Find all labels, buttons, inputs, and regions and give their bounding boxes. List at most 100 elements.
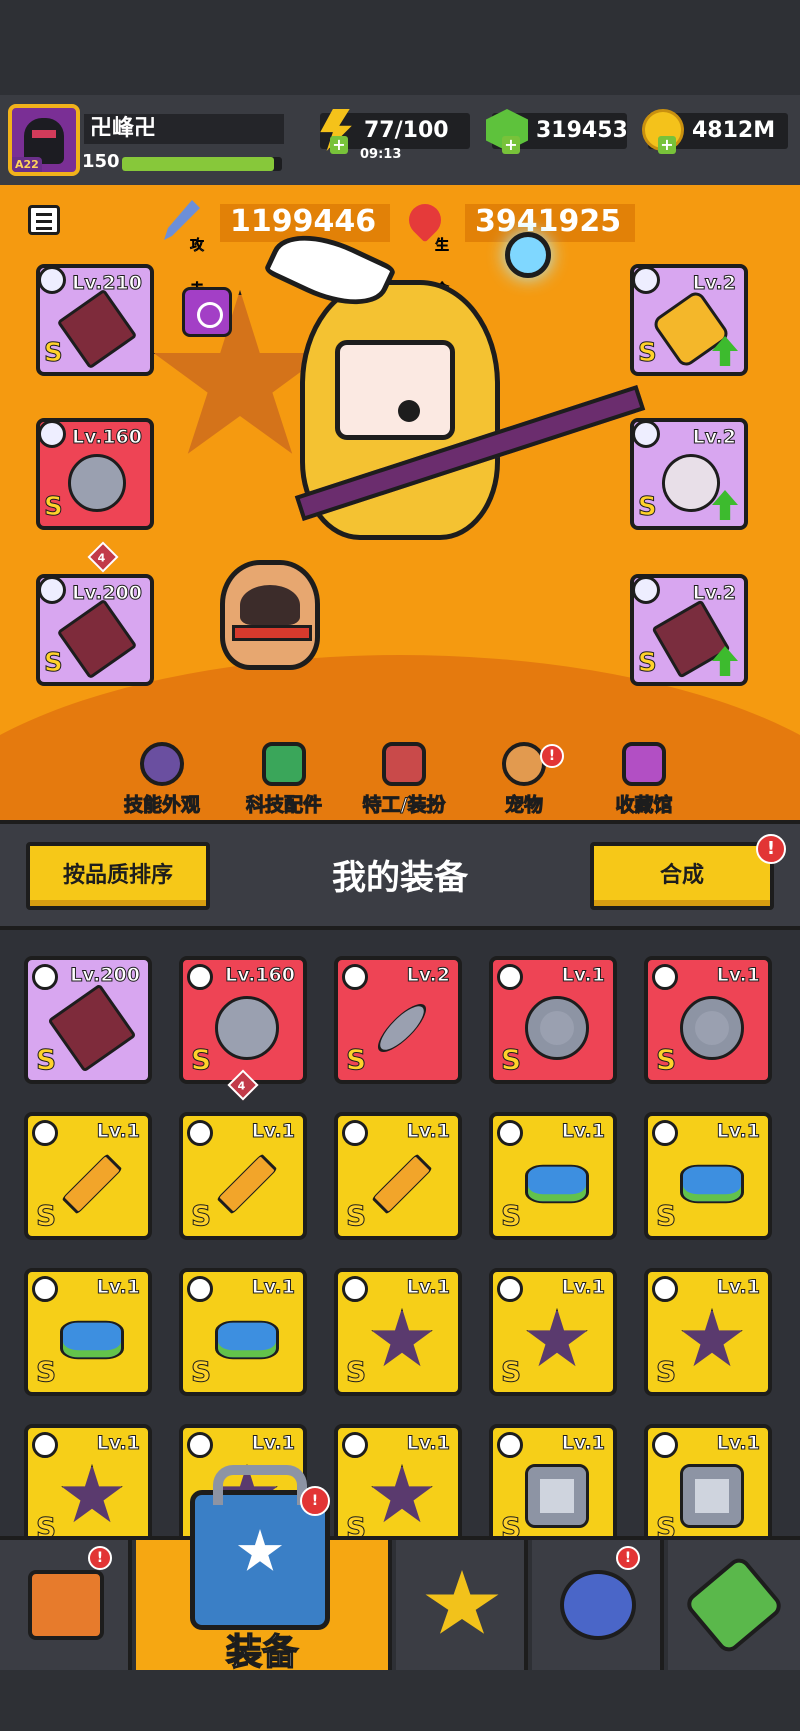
merge-button[interactable]: 合成 (590, 842, 774, 910)
inventory-item[interactable]: Lv.1S (644, 956, 772, 1084)
nav-challenges[interactable] (532, 1540, 664, 1670)
necklace-art (68, 454, 126, 512)
item-level: Lv.1 (406, 1432, 450, 1455)
spike-icon (681, 1308, 743, 1367)
armor-art (650, 288, 732, 370)
glove-icon (215, 996, 279, 1060)
inventory-item[interactable]: Lv.1S (179, 1268, 307, 1396)
armor-icon (680, 996, 744, 1060)
item-level: Lv.1 (716, 1432, 760, 1455)
inventory-grid: Lv.200 S Lv.160 S 4 Lv.2 S Lv.1 S Lv.1 S Lv.1 S Lv.1 S… (0, 930, 800, 1540)
spike-icon (526, 1308, 588, 1367)
item-grade: S (345, 1043, 367, 1077)
game-screen: { "player": { "name": "卍峰卍", "level": "1… (0, 0, 800, 1731)
sword-icon (216, 1153, 278, 1215)
inventory-item[interactable]: Lv.1S (24, 1424, 152, 1540)
equipment-title: 我的装备 (332, 858, 468, 898)
equip-slot-belt[interactable]: Lv.2 S (630, 418, 748, 530)
inventory-item[interactable]: Lv.1S (644, 1424, 772, 1540)
shop-alert-badge: ! (88, 1546, 112, 1570)
inventory-item[interactable]: Lv.200 S (24, 956, 152, 1084)
menu-label: 宠物 (504, 794, 543, 817)
menu-collection[interactable]: 收藏馆 (582, 742, 702, 822)
spike-icon (61, 1464, 123, 1523)
hp-value: 3941925 (475, 204, 622, 239)
slot-level: Lv.200 (72, 582, 143, 605)
equip-slot-weapon[interactable]: Lv.210 S (36, 264, 154, 376)
item-type-icon (497, 1432, 523, 1458)
item-grade: S (35, 1199, 57, 1233)
gems-value: 319453 (536, 118, 628, 143)
slot-grade: S (44, 492, 64, 523)
item-type-icon (497, 1120, 523, 1146)
inventory-item[interactable]: Lv.2 S (334, 956, 462, 1084)
item-level: Lv.1 (96, 1432, 140, 1455)
inventory-item[interactable]: Lv.1S (24, 1112, 152, 1240)
nav-talents[interactable] (396, 1540, 528, 1670)
equip-slot-boots[interactable]: Lv.2 S (630, 574, 748, 686)
crossed-swords-star-icon (425, 1570, 499, 1634)
stars-orb-icon (560, 1570, 636, 1640)
menu-skill-skin[interactable]: 技能外观 (100, 742, 220, 822)
item-grade: S (655, 1043, 677, 1077)
sort-by-quality-button[interactable]: 按品质排序 (26, 842, 210, 910)
inventory-item[interactable]: Lv.1S (334, 1268, 462, 1396)
challenges-alert-badge: ! (616, 1546, 640, 1570)
add-gold-button[interactable]: + (658, 136, 676, 154)
armor-icon (525, 1464, 589, 1528)
belt-slot-icon (634, 422, 660, 448)
item-grade: S (35, 1043, 57, 1077)
item-level: Lv.1 (251, 1432, 295, 1455)
tech-socket-icon[interactable] (182, 287, 232, 337)
slot-level: Lv.2 (692, 582, 736, 605)
item-level: Lv.200 (70, 964, 141, 987)
inventory-item[interactable]: Lv.1S (489, 956, 617, 1084)
menu-tech-parts[interactable]: 科技配件 (222, 742, 342, 822)
player-avatar[interactable]: A22 (8, 104, 80, 176)
item-type-icon (342, 1120, 368, 1146)
inventory-item[interactable]: Lv.1S (334, 1112, 462, 1240)
equip-slot-glove[interactable]: Lv.200 S (36, 574, 154, 686)
sword-icon (371, 1153, 433, 1215)
player-level: 150 (82, 151, 120, 172)
slot-grade: S (638, 338, 658, 369)
inventory-item[interactable]: Lv.160 S (179, 956, 307, 1084)
equip-slot-necklace[interactable]: Lv.160 S (36, 418, 154, 530)
gun-icon (525, 1164, 589, 1204)
item-level: Lv.1 (251, 1276, 295, 1299)
slot-level: Lv.2 (692, 426, 736, 449)
star-icon (237, 1529, 283, 1571)
spike-icon (371, 1308, 433, 1367)
menu-icon[interactable] (28, 205, 60, 235)
menu-label: 技能外观 (123, 794, 200, 817)
item-grade: S (345, 1199, 367, 1233)
menu-pets[interactable]: 宠物 (462, 742, 582, 822)
inventory-item[interactable]: Lv.1S (334, 1424, 462, 1540)
slot-level: Lv.2 (692, 272, 736, 295)
xp-bar-fill (122, 157, 274, 171)
menu-label: 收藏馆 (615, 794, 673, 817)
sword-icon (61, 1153, 123, 1215)
item-grade: S (655, 1199, 677, 1233)
hero-face (335, 340, 455, 440)
slot-grade: S (44, 338, 64, 369)
item-type-icon (652, 1276, 678, 1302)
equip-slot-armor[interactable]: Lv.2 S (630, 264, 748, 376)
add-gems-button[interactable]: + (502, 136, 520, 154)
slot-level: Lv.160 (72, 426, 143, 449)
item-grade: S (190, 1043, 212, 1077)
inventory-item[interactable]: Lv.1S (644, 1268, 772, 1396)
status-strip (0, 0, 800, 95)
nav-evolution[interactable] (668, 1540, 800, 1670)
item-type-icon (187, 1432, 213, 1458)
inventory-item[interactable]: Lv.1S (489, 1424, 617, 1540)
inventory-item[interactable]: Lv.1S (179, 1112, 307, 1240)
inventory-item[interactable]: Lv.1S (24, 1268, 152, 1396)
nav-shop[interactable] (0, 1540, 132, 1670)
inventory-item[interactable]: Lv.1S (489, 1268, 617, 1396)
menu-agent-outfit[interactable]: 特工/装扮 (342, 742, 462, 822)
add-energy-button[interactable]: + (330, 136, 348, 154)
item-level: Lv.1 (561, 964, 605, 987)
inventory-item[interactable]: Lv.1S (644, 1112, 772, 1240)
inventory-item[interactable]: Lv.1S (489, 1112, 617, 1240)
